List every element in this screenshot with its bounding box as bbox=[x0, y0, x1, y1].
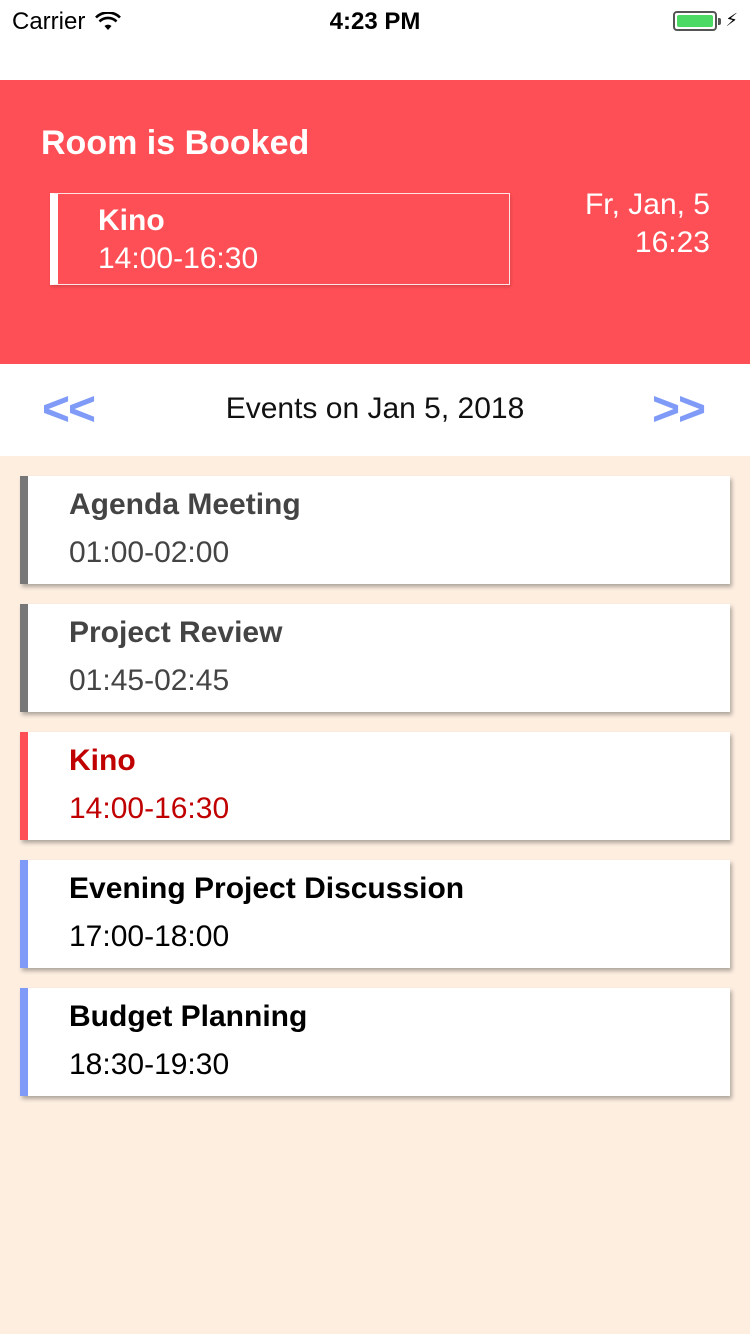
event-time: 14:00-16:30 bbox=[69, 792, 230, 825]
event-item[interactable]: Budget Planning 18:30-19:30 bbox=[20, 988, 730, 1096]
next-day-button[interactable]: >> bbox=[652, 382, 706, 437]
event-time: 01:45-02:45 bbox=[69, 664, 230, 697]
event-item[interactable]: Project Review 01:45-02:45 bbox=[20, 604, 730, 712]
status-bar: Carrier 4:23 PM ⚡ bbox=[0, 0, 750, 40]
event-status-bar bbox=[20, 604, 28, 712]
event-name: Project Review bbox=[69, 616, 283, 649]
top-spacer bbox=[0, 40, 750, 80]
event-item[interactable]: Agenda Meeting 01:00-02:00 bbox=[20, 476, 730, 584]
event-status-bar bbox=[20, 476, 28, 584]
date-navigation: << Events on Jan 5, 2018 >> bbox=[0, 364, 750, 456]
event-name: Evening Project Discussion bbox=[69, 872, 465, 905]
event-status-bar bbox=[20, 988, 28, 1096]
current-event-time: 14:00-16:30 bbox=[98, 242, 259, 275]
current-datetime: Fr, Jan, 5 16:23 bbox=[585, 186, 710, 262]
booking-header: Room is Booked Kino 14:00-16:30 Fr, Jan,… bbox=[0, 80, 750, 364]
status-time: 4:23 PM bbox=[329, 8, 421, 35]
booking-status-title: Room is Booked bbox=[41, 124, 310, 162]
event-status-bar bbox=[20, 860, 28, 968]
event-status-bar bbox=[20, 732, 28, 840]
event-list: Agenda Meeting 01:00-02:00 Project Revie… bbox=[20, 476, 730, 1116]
event-time: 17:00-18:00 bbox=[69, 920, 230, 953]
current-clock: 16:23 bbox=[634, 226, 710, 259]
charging-icon: ⚡ bbox=[725, 10, 738, 30]
event-item[interactable]: Kino 14:00-16:30 bbox=[20, 732, 730, 840]
battery-icon bbox=[673, 10, 722, 31]
event-time: 18:30-19:30 bbox=[69, 1048, 230, 1081]
battery: ⚡ bbox=[673, 10, 738, 31]
event-time: 01:00-02:00 bbox=[69, 536, 230, 569]
current-event-name: Kino bbox=[98, 204, 165, 237]
event-item[interactable]: Evening Project Discussion 17:00-18:00 bbox=[20, 860, 730, 968]
event-name: Agenda Meeting bbox=[69, 488, 301, 521]
current-date: Fr, Jan, 5 bbox=[584, 188, 710, 221]
event-name: Kino bbox=[69, 744, 136, 777]
current-event-card: Kino 14:00-16:30 bbox=[50, 193, 510, 285]
event-name: Budget Planning bbox=[69, 1000, 308, 1033]
events-date-title: Events on Jan 5, 2018 bbox=[225, 392, 525, 425]
